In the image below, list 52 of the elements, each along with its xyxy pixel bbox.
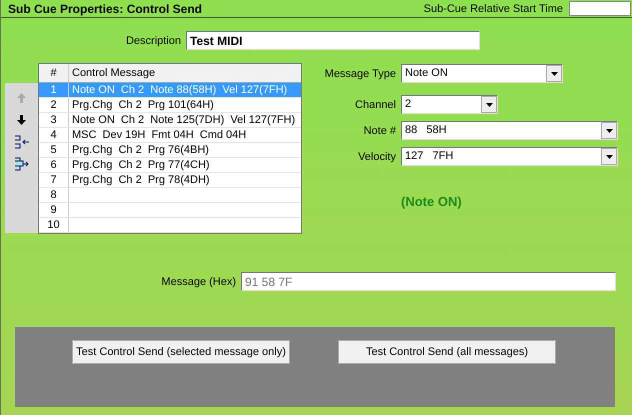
dropdown-field[interactable]: 127 7FH: [401, 147, 618, 166]
row-number: 8: [39, 188, 69, 202]
table-row[interactable]: 3 Note ON Ch 2 Note 125(7DH) Vel 127(7FH): [39, 113, 301, 128]
field-label: Channel: [354, 98, 397, 110]
table-row[interactable]: 4 MSC Dev 19H Fmt 04H Cmd 04H: [39, 128, 301, 143]
table-row[interactable]: 6 Prg.Chg Ch 2 Prg 77(4CH): [39, 158, 301, 173]
toolbar-button[interactable]: [12, 133, 30, 151]
start-time-field[interactable]: [569, 1, 631, 16]
column-header: #: [39, 64, 69, 82]
message-cell-text: Prg.Chg Ch 2 Prg 101(64H): [71, 98, 215, 112]
field-label: Message Type: [324, 68, 397, 80]
row-number: 7: [39, 173, 69, 187]
field-label: Velocity: [357, 150, 397, 162]
message-summary: (Note ON): [401, 194, 463, 209]
up-arrow-icon: [17, 93, 26, 103]
table-row[interactable]: 5 Prg.Chg Ch 2 Prg 76(4BH): [39, 143, 301, 158]
field-label: Note #: [362, 124, 397, 136]
description-label: Description: [124, 34, 182, 46]
table-row[interactable]: 7 Prg.Chg Ch 2 Prg 78(4DH): [39, 173, 301, 188]
description-field[interactable]: Test MIDI: [186, 31, 480, 50]
table-row[interactable]: 10: [39, 218, 301, 233]
row-number: 5: [39, 143, 69, 157]
table-row[interactable]: 2 Prg.Chg Ch 2 Prg 101(64H): [39, 98, 301, 113]
down-arrow-icon: [17, 115, 26, 125]
message-cell-text: Prg.Chg Ch 2 Prg 77(4CH): [71, 158, 211, 172]
table-row[interactable]: 9: [39, 203, 301, 218]
row-number: 6: [39, 158, 69, 172]
dropdown-field[interactable]: 88 58H: [401, 121, 618, 140]
toolbar-button[interactable]: [12, 155, 30, 173]
message-cell-text: MSC Dev 19H Fmt 04H Cmd 04H: [71, 128, 248, 142]
row-number: 9: [39, 203, 69, 217]
start-time-label: Sub-Cue Relative Start Time: [424, 2, 563, 14]
row-number: 2: [39, 98, 69, 112]
row-number: 10: [39, 218, 69, 232]
message-cell-text: Prg.Chg Ch 2 Prg 76(4BH): [71, 143, 210, 157]
dropdown-field[interactable]: 2: [401, 95, 498, 114]
column-header: Control Message: [71, 66, 156, 81]
hex-label: Message (Hex): [160, 276, 237, 288]
message-cell-text: Note ON Ch 2 Note 88(58H) Vel 127(7FH): [71, 83, 288, 97]
panel-title: Sub Cue Properties: Control Send: [8, 2, 202, 16]
message-cell-text: Note ON Ch 2 Note 125(7DH) Vel 127(7FH): [71, 113, 296, 127]
row-number: 3: [39, 113, 69, 127]
table-row[interactable]: 8: [39, 188, 301, 203]
test-send-button[interactable]: Test Control Send (selected message only): [72, 340, 290, 364]
append-row-icon: [14, 157, 30, 171]
row-number: 1: [39, 83, 69, 97]
dropdown-field[interactable]: Note ON: [401, 64, 563, 83]
hex-field[interactable]: 91 58 7F: [241, 272, 616, 291]
insert-row-icon: [14, 135, 30, 149]
message-cell-text: Prg.Chg Ch 2 Prg 78(4DH): [71, 173, 211, 187]
row-number: 4: [39, 128, 69, 142]
test-send-button[interactable]: Test Control Send (all messages): [338, 340, 556, 364]
